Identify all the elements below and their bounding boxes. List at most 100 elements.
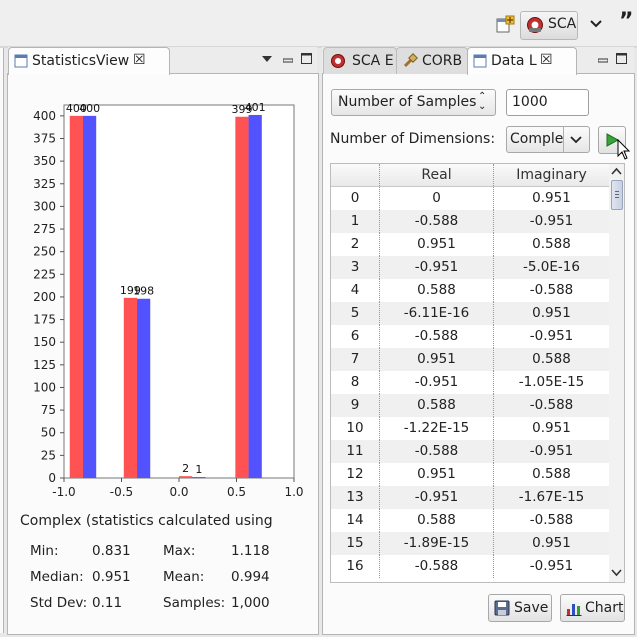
table-scrollbar[interactable] bbox=[609, 163, 625, 583]
table-row[interactable]: 1 -0.588 -0.951 bbox=[331, 210, 609, 233]
row-index-cell: 7 bbox=[350, 351, 360, 367]
toolbar-overflow-icon[interactable]: ” bbox=[619, 9, 633, 34]
imaginary-value-cell: -0.951 bbox=[493, 210, 609, 233]
y-tick-label: 400 bbox=[33, 109, 56, 123]
maximize-icon[interactable] bbox=[301, 52, 312, 64]
scrollbar-thumb[interactable] bbox=[611, 180, 623, 210]
mean-value: 0.994 bbox=[231, 569, 270, 585]
chevron-down-icon[interactable] bbox=[588, 16, 604, 32]
table-row[interactable]: 8 -0.951 -1.05E-15 bbox=[331, 371, 609, 394]
save-button-label: Save bbox=[514, 600, 549, 616]
imaginary-value-cell: 0.588 bbox=[493, 463, 609, 486]
y-tick-label: 75 bbox=[41, 403, 56, 417]
real-value-cell: -0.951 bbox=[379, 256, 493, 279]
row-index-cell: 12 bbox=[346, 466, 364, 482]
median-value: 0.951 bbox=[92, 569, 131, 585]
table-row[interactable]: 3 -0.951 -5.0E-16 bbox=[331, 256, 609, 279]
table-row[interactable]: 10 -1.22E-15 0.951 bbox=[331, 417, 609, 440]
chart-button-label: Chart bbox=[585, 600, 624, 616]
table-row[interactable]: 0 0 0.951 bbox=[331, 187, 609, 210]
save-button[interactable]: Save bbox=[488, 594, 552, 622]
row-index-cell: 6 bbox=[350, 328, 360, 344]
real-value-cell: -1.22E-15 bbox=[379, 417, 493, 440]
imaginary-value-cell: -0.588 bbox=[493, 509, 609, 532]
std-dev-value: 0.11 bbox=[92, 595, 123, 611]
bar-value-label: 198 bbox=[133, 285, 154, 298]
tab-data-list[interactable]: Data L ☒ bbox=[467, 47, 577, 75]
table-row[interactable]: 4 0.588 -0.588 bbox=[331, 279, 609, 302]
samples-input[interactable]: 1000 bbox=[506, 89, 589, 116]
y-tick-label: 125 bbox=[33, 358, 56, 372]
spinner-icon[interactable]: ⌃ ⌄ bbox=[478, 92, 486, 112]
column-header-imaginary[interactable]: Imaginary bbox=[493, 164, 609, 186]
imaginary-value-cell: -0.588 bbox=[493, 279, 609, 302]
table-row[interactable]: 16 -0.588 -0.951 bbox=[331, 555, 609, 578]
dimensions-combo[interactable]: Comple bbox=[506, 126, 590, 153]
column-header-real[interactable]: Real bbox=[379, 164, 493, 186]
bar-value-label: 400 bbox=[79, 102, 100, 115]
y-tick-label: 275 bbox=[33, 222, 56, 236]
min-label: Min: bbox=[30, 543, 59, 559]
x-tick-label: -0.5 bbox=[110, 485, 133, 499]
table-row[interactable]: 13 -0.951 -1.67E-15 bbox=[331, 486, 609, 509]
view-icon bbox=[14, 54, 28, 68]
close-icon[interactable]: ☒ bbox=[133, 52, 146, 68]
imaginary-value-cell: 0.951 bbox=[493, 417, 609, 440]
view-icon bbox=[473, 54, 487, 68]
table-row[interactable]: 2 0.951 0.588 bbox=[331, 233, 609, 256]
row-index-cell: 11 bbox=[346, 443, 364, 459]
real-value-cell: -0.951 bbox=[379, 371, 493, 394]
real-value-cell: 0 bbox=[379, 187, 493, 210]
real-value-cell: -0.951 bbox=[379, 486, 493, 509]
table-row[interactable]: 11 -0.588 -0.951 bbox=[331, 440, 609, 463]
histogram-bar-red bbox=[123, 297, 138, 478]
x-tick-label: 1.0 bbox=[284, 485, 303, 499]
close-icon[interactable]: ☒ bbox=[540, 52, 553, 68]
table-row[interactable]: 9 0.588 -0.588 bbox=[331, 394, 609, 417]
samples-mode-combo[interactable]: Number of Samples ⌃ ⌄ bbox=[331, 89, 496, 116]
sca-perspective-button[interactable]: SCA bbox=[520, 11, 578, 40]
maximize-icon[interactable] bbox=[616, 52, 627, 64]
minimize-icon[interactable] bbox=[282, 53, 294, 63]
imaginary-value-cell: -1.67E-15 bbox=[493, 486, 609, 509]
y-tick-label: 150 bbox=[33, 335, 56, 349]
column-header-index[interactable] bbox=[331, 164, 379, 186]
imaginary-value-cell: 0.951 bbox=[493, 532, 609, 555]
statistics-summary-title: Complex (statistics calculated using bbox=[20, 513, 273, 529]
table-row[interactable]: 6 -0.588 -0.951 bbox=[331, 325, 609, 348]
y-tick-label: 375 bbox=[33, 131, 56, 145]
imaginary-value-cell: -0.951 bbox=[493, 325, 609, 348]
scroll-down-icon[interactable] bbox=[611, 568, 622, 577]
histogram-bar-blue bbox=[192, 477, 206, 479]
table-row[interactable]: 7 0.951 0.588 bbox=[331, 348, 609, 371]
table-row[interactable]: 5 -6.11E-16 0.951 bbox=[331, 302, 609, 325]
table-header: Real Imaginary bbox=[331, 164, 609, 187]
real-value-cell: -1.89E-15 bbox=[379, 532, 493, 555]
row-index-cell: 3 bbox=[350, 259, 360, 275]
real-value-cell: 0.951 bbox=[379, 463, 493, 486]
real-value-cell: 0.951 bbox=[379, 233, 493, 256]
real-value-cell: -0.588 bbox=[379, 210, 493, 233]
bar-value-label: 1 bbox=[195, 463, 202, 476]
tab-statistics-view[interactable]: StatisticsView ☒ bbox=[8, 47, 170, 75]
tab-corba[interactable]: CORB bbox=[396, 47, 468, 74]
minimize-icon[interactable] bbox=[597, 53, 609, 63]
table-row[interactable]: 15 -1.89E-15 0.951 bbox=[331, 532, 609, 555]
open-perspective-icon[interactable] bbox=[494, 14, 516, 36]
histogram-bar-red bbox=[235, 116, 249, 479]
chart-button[interactable]: Chart bbox=[560, 594, 625, 622]
dimensions-combo-value: Comple bbox=[510, 131, 564, 147]
table-body: 0 0 0.951 1 -0.588 -0.951 2 0.951 0.588 3 -0.951 -5… bbox=[331, 187, 609, 578]
table-row[interactable]: 14 0.588 -0.588 bbox=[331, 509, 609, 532]
y-tick-label: 0 bbox=[48, 471, 56, 485]
view-menu-icon[interactable] bbox=[261, 52, 273, 62]
table-row[interactable]: 12 0.951 0.588 bbox=[331, 463, 609, 486]
y-tick-label: 250 bbox=[33, 245, 56, 259]
histogram-bar-red bbox=[69, 115, 83, 478]
tab-sca-explorer[interactable]: SCA E bbox=[323, 47, 397, 74]
sca-perspective-label: SCA bbox=[548, 16, 577, 32]
min-value: 0.831 bbox=[92, 543, 131, 559]
real-value-cell: -0.588 bbox=[379, 440, 493, 463]
y-tick-label: 100 bbox=[33, 380, 56, 394]
scroll-up-icon[interactable] bbox=[611, 167, 622, 176]
